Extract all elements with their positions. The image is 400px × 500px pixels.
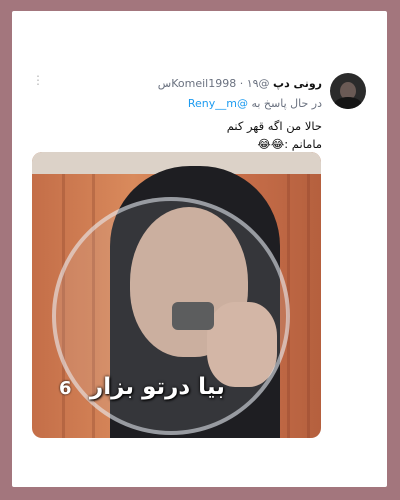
media-caption: بیا درتو بزار	[90, 374, 225, 400]
tweet-card: ⋮ رونی دپ @Komeil1998 · ۱۹س در حال پاسخ …	[12, 11, 387, 487]
display-name[interactable]: رونی دپ	[273, 77, 322, 90]
tweet-text-line: مامانم :😂😂	[257, 137, 322, 151]
reply-context: در حال پاسخ به @Reny__m	[188, 97, 322, 111]
tweet-text-line: حالا من اگه قهر کنم	[226, 119, 322, 133]
avatar[interactable]	[330, 73, 366, 109]
tweet-text: حالا من اگه قهر کنم مامانم :😂😂	[227, 117, 322, 153]
separator-dot: ·	[239, 77, 244, 90]
watermark-logo: 6	[59, 378, 72, 399]
tweet-header: رونی دپ @Komeil1998 · ۱۹س	[158, 77, 322, 91]
tweet-media-image[interactable]: 6 بیا درتو بزار	[32, 152, 321, 438]
tweet[interactable]: ⋮ رونی دپ @Komeil1998 · ۱۹س در حال پاسخ …	[12, 11, 387, 487]
reply-mention-link[interactable]: @Reny__m	[188, 97, 248, 110]
reply-prefix: در حال پاسخ به	[251, 97, 322, 110]
more-options-icon[interactable]: ⋮	[32, 74, 44, 95]
